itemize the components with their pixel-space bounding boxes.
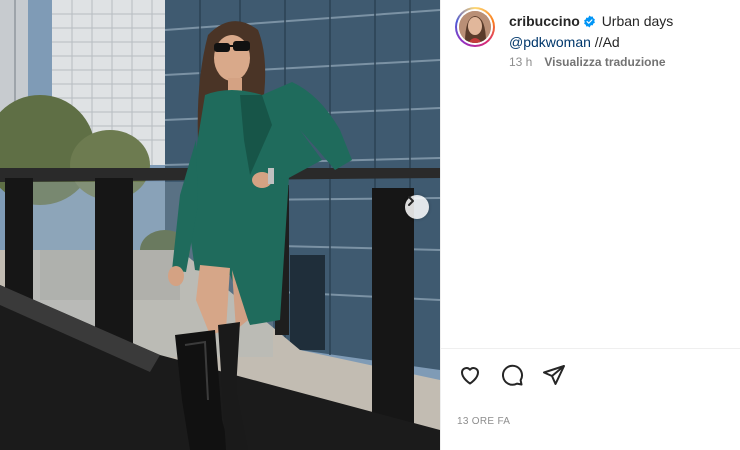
next-photo-button[interactable] xyxy=(405,195,429,219)
post-photo[interactable] xyxy=(0,0,440,450)
heart-icon xyxy=(461,367,479,385)
story-ring[interactable] xyxy=(455,7,495,47)
time-ago: 13 h xyxy=(509,55,533,69)
chevron-right-icon xyxy=(408,196,414,206)
avatar[interactable] xyxy=(459,11,491,43)
comment-button[interactable] xyxy=(499,362,525,388)
see-translation-link[interactable]: Visualizza traduzione xyxy=(544,55,665,69)
username-link[interactable]: cribuccino xyxy=(509,13,580,29)
post-timestamp[interactable]: 13 ORE FA xyxy=(457,416,510,427)
paper-plane-icon xyxy=(543,365,565,385)
caption-suffix: //Ad xyxy=(590,34,620,50)
post-side-panel: cribuccino Urban days @pdkwoman //Ad 13 … xyxy=(440,0,740,450)
comment-icon xyxy=(502,364,523,386)
photo-illustration xyxy=(0,0,440,450)
verified-badge-icon xyxy=(583,14,596,33)
like-button[interactable] xyxy=(457,362,483,388)
divider xyxy=(441,348,740,349)
action-bar xyxy=(457,362,567,388)
post-meta: 13 h Visualizza traduzione xyxy=(509,55,666,69)
post-caption: cribuccino Urban days @pdkwoman //Ad xyxy=(509,12,729,52)
mention-link[interactable]: @pdkwoman xyxy=(509,34,591,50)
share-button[interactable] xyxy=(541,362,567,388)
caption-text: Urban days xyxy=(601,13,674,29)
